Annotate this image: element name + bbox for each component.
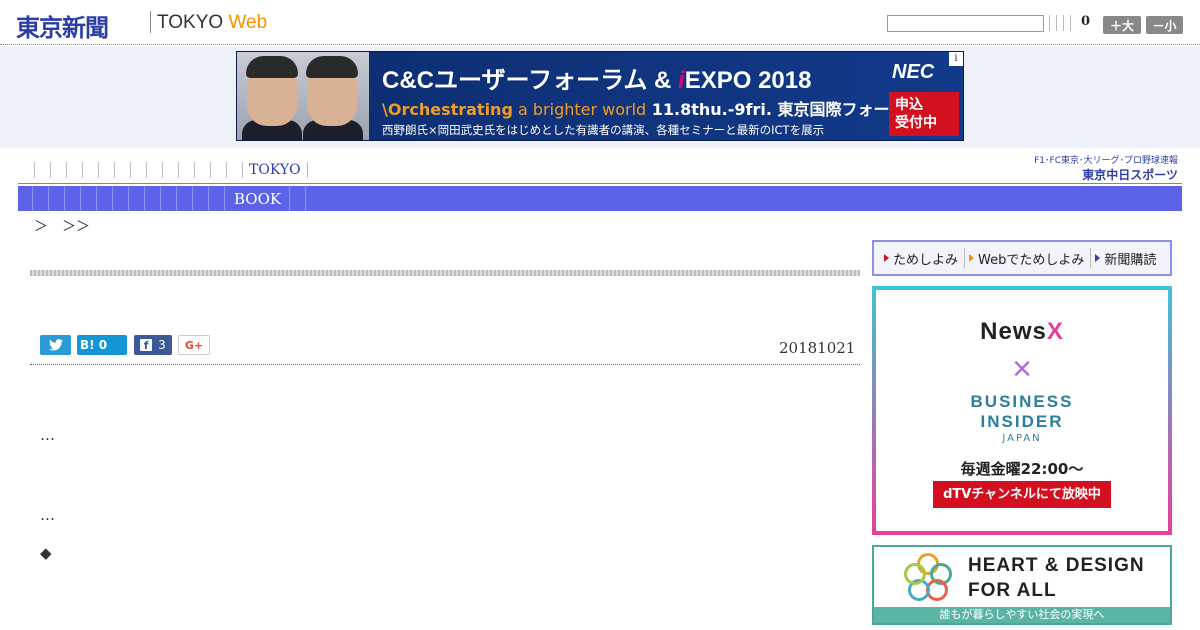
banner-area: C&Cユーザーフォーラム & iEXPO 2018 \Orchestrating… [0,46,1200,148]
nav-item-tokyo[interactable]: TOKYO [249,162,301,178]
newsx-business-insider-ad[interactable]: NewsX × BUSINESS INSIDER JAPAN 毎週金曜22:00〜… [872,286,1172,535]
arrow-right-icon [1095,254,1101,262]
nec-logo: NEC [892,61,935,83]
banner-apply-cta[interactable]: 申込 受付中 [889,92,959,136]
banner-subtitle: \Orchestrating a brighter world 11.8thu.… [382,100,922,119]
nav-item-book[interactable]: BOOK [234,190,281,208]
article-date: 20181021 [779,339,856,357]
heart-design-tagline: 誰もが暮らしやすい社会の実現へ [874,607,1170,623]
banner-description: 西野朗氏×岡田武史氏をはじめとした有識者の講演、各種セミナーと最新のICTを展示 [382,123,825,137]
site-header: 東京新聞 TOKYO Web 0 ＋大 －小 [0,0,1200,45]
flower-logo-icon [902,553,954,605]
arrow-right-icon [884,254,889,262]
chunichi-sports-logo: 東京中日スポーツ [1082,168,1178,182]
business-insider-logo: BUSINESS INSIDER [970,392,1074,431]
nav-divider [18,183,1182,184]
logo-web-text: Web [228,12,268,33]
chunichi-sports-caption: F1･FC東京･大リーグ･プロ野球速報 [1034,156,1178,166]
article-bullet-line: ◆ [40,544,52,562]
search-input[interactable] [887,15,1044,32]
google-plus-share-button[interactable]: G+ [178,335,210,355]
facebook-share-button[interactable]: f 3 [134,335,172,355]
twitter-icon [48,339,63,351]
tab-web-trial-reading[interactable]: Webでためしよみ [965,248,1092,268]
tokyo-shimbun-logo[interactable]: 東京新聞 [16,8,109,43]
header-count: 0 [1081,14,1091,29]
nec-expo-banner-ad[interactable]: C&Cユーザーフォーラム & iEXPO 2018 \Orchestrating… [236,51,964,141]
newsx-logo: NewsX [980,318,1064,345]
facebook-share-count: 3 [158,338,166,352]
banner-speakers-photo [237,52,369,140]
chunichi-sports-link[interactable]: F1･FC東京･大リーグ･プロ野球速報 東京中日スポーツ [1026,153,1178,183]
tokyo-web-logo[interactable]: TOKYO Web [157,12,267,34]
arrow-right-icon [969,254,975,262]
banner-title: C&Cユーザーフォーラム & iEXPO 2018 [382,67,812,94]
facebook-icon: f [140,339,153,352]
broadcast-schedule: 毎週金曜22:00〜 [960,460,1084,478]
heart-design-for-all-ad[interactable]: HEART & DESIGN FOR ALL 誰もが暮らしやすい社会の実現へ [872,545,1172,625]
primary-nav: TOKYO [34,160,323,180]
ad-info-icon[interactable]: i [949,52,963,66]
cross-icon: × [1012,350,1032,388]
hatena-bookmark-button[interactable]: B! 0 [77,335,127,355]
dtv-channel-badge: dTVチャンネルにて放映中 [933,481,1111,508]
twitter-share-button[interactable] [40,335,71,355]
article-date-rule [30,364,860,365]
heart-design-title: HEART & DESIGN [968,555,1145,576]
header-link-separators [1049,15,1071,32]
article-text-line: … [40,506,55,524]
font-size-smaller-button[interactable]: －小 [1146,16,1183,34]
tab-trial-reading[interactable]: ためしよみ [880,248,966,268]
logo-divider [150,11,151,33]
heart-design-subtitle: FOR ALL [968,580,1057,601]
article-text-line: … [40,426,55,444]
tab-subscribe[interactable]: 新聞購読 [1091,248,1162,268]
subscription-tabs: ためしよみ Webでためしよみ 新聞購読 [872,240,1172,276]
article-header-rule [30,270,860,276]
logo-tokyo-text: TOKYO [157,12,224,33]
business-insider-japan: JAPAN [1002,433,1042,444]
font-size-larger-button[interactable]: ＋大 [1103,16,1141,34]
breadcrumb[interactable]: ＞ ＞＞ [34,216,90,236]
section-nav: BOOK [18,186,1182,211]
